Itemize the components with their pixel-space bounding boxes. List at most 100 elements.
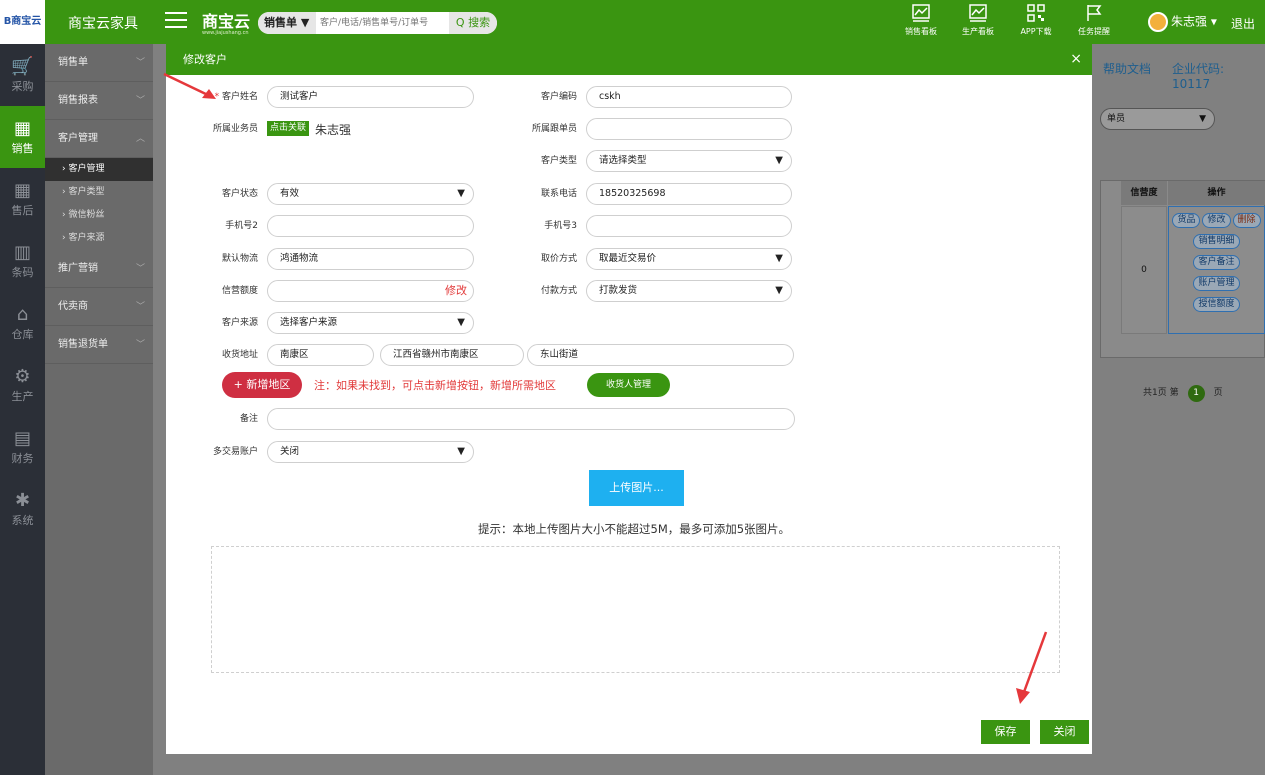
phone2-field[interactable] (267, 215, 474, 237)
grid-icon: ▦ (13, 180, 31, 201)
sub-menu: 销售单 ﹀ 销售报表 ﹀ 客户管理 ︿ › 客户管理 › 客户类型 › 微信粉丝 › … (45, 44, 153, 775)
chevron-down-icon: ﹀ (135, 96, 145, 106)
pager: 共1页 第 1页 (1143, 385, 1223, 402)
corp-code: 企业代码: 10117 (1172, 62, 1225, 91)
address-district-field[interactable]: 南康区 (267, 344, 374, 366)
close-icon[interactable]: × (1070, 44, 1082, 75)
app-download-link[interactable]: APP下载 (1010, 4, 1062, 37)
price-mode-select[interactable]: 取最近交易价 ▼ (586, 248, 792, 270)
sales-board-link[interactable]: 销售看板 (895, 4, 947, 37)
address-street-field[interactable]: 东山街道 (527, 344, 794, 366)
remark-field[interactable] (267, 408, 795, 430)
remark-label: 备注 (239, 414, 258, 424)
account-mgmt-link[interactable]: 账户管理 (1193, 276, 1240, 291)
submenu-item-wechat-fans[interactable]: › 微信粉丝 (45, 204, 153, 227)
modal-header: 修改客户 × (166, 44, 1092, 75)
logo[interactable]: B商宝云 (0, 0, 45, 44)
gear-icon: ✱ (14, 490, 31, 511)
user-name: 朱志强 ▾ (1171, 14, 1217, 29)
submenu-customer-mgmt[interactable]: 客户管理 ︿ (45, 120, 153, 158)
col-credit: 信营度 (1121, 181, 1167, 205)
follower-field[interactable] (586, 118, 792, 140)
bg-filter-select[interactable]: 单员 ▼ (1100, 108, 1215, 130)
save-button[interactable]: 保存 (981, 720, 1030, 744)
chevron-down-icon: ▼ (775, 155, 783, 166)
brand-logo: 商宝云 (202, 12, 251, 31)
customer-name-field[interactable]: 测试客户 (267, 86, 474, 108)
chevron-down-icon: ▼ (1199, 114, 1206, 124)
upload-image-button[interactable]: 上传图片... (589, 470, 684, 506)
menu-toggle-icon[interactable] (165, 12, 187, 30)
sales-detail-link[interactable]: 销售明细 (1193, 234, 1240, 249)
col-ops: 操作 (1168, 181, 1265, 205)
search-input[interactable] (320, 12, 450, 34)
page-number[interactable]: 1 (1187, 385, 1205, 402)
logistics-field[interactable]: 鸿通物流 (267, 248, 474, 270)
chevron-down-icon: ﹀ (135, 340, 145, 350)
production-board-link[interactable]: 生产看板 (952, 4, 1004, 37)
credit-edit-link[interactable]: 修改 (445, 281, 467, 301)
edit-link[interactable]: 修改 (1202, 213, 1231, 228)
payment-select[interactable]: 打款发货 ▼ (586, 280, 792, 302)
qrcode-icon (1026, 4, 1046, 24)
search-button[interactable]: Q 搜索 (449, 12, 497, 34)
nav-system[interactable]: ✱ 系统 (0, 478, 45, 540)
multi-account-select[interactable]: 关闭 ▼ (267, 441, 474, 463)
cart-icon: 🛒 (11, 56, 34, 77)
user-menu[interactable]: 朱志强 ▾ (1148, 12, 1217, 32)
grid-icon: ▦ (13, 118, 31, 139)
nav-finance[interactable]: ▤ 财务 (0, 416, 45, 478)
brand-url: www.jiajushang.cn (202, 30, 249, 36)
image-dropzone[interactable] (211, 546, 1060, 673)
phone-field[interactable]: 18520325698 (586, 183, 792, 205)
source-label: 客户来源 (221, 318, 258, 328)
submenu-agent[interactable]: 代卖商 ﹀ (45, 288, 153, 326)
submenu-sales-report[interactable]: 销售报表 ﹀ (45, 82, 153, 120)
nav-warehouse[interactable]: ⌂ 仓库 (0, 292, 45, 354)
goods-link[interactable]: 货品 (1172, 213, 1201, 228)
calculator-icon: ▤ (13, 428, 31, 449)
search-type-select[interactable]: 销售单 ▼ (258, 12, 316, 34)
delete-link[interactable]: 删除 (1232, 213, 1261, 228)
source-select[interactable]: 选择客户来源 ▼ (267, 312, 474, 334)
task-reminder-link[interactable]: 任务提醒 (1068, 4, 1120, 37)
receiver-manage-button[interactable]: 收货人管理 (587, 373, 670, 397)
credit-limit-link[interactable]: 授信额度 (1193, 297, 1240, 312)
top-bar: B商宝云 商宝云家具 商宝云 www.jiajushang.cn 销售单 ▼ Q… (0, 0, 1265, 44)
customer-status-select[interactable]: 有效 ▼ (267, 183, 474, 205)
add-region-button[interactable]: + 新增地区 (222, 372, 302, 398)
nav-label: 仓库 (11, 328, 34, 341)
submenu-sales-order[interactable]: 销售单 ﹀ (45, 44, 153, 82)
flag-icon (1084, 4, 1104, 24)
customer-type-label: 客户类型 (540, 156, 577, 166)
help-doc-link[interactable]: 帮助文档 (1103, 60, 1151, 77)
phone3-field[interactable] (586, 215, 792, 237)
nav-barcode[interactable]: ▥ 条码 (0, 230, 45, 292)
close-button[interactable]: 关闭 (1040, 720, 1089, 744)
submenu-item-customer-type[interactable]: › 客户类型 (45, 181, 153, 204)
multi-account-label: 多交易账户 (212, 447, 258, 457)
customer-code-field[interactable]: cskh (586, 86, 792, 108)
submenu-label: 推广营销 (58, 263, 98, 274)
nav-label: 售后 (11, 204, 34, 217)
nav-sales[interactable]: ▦ 销售 (0, 106, 45, 168)
chevron-up-icon: ︿ (135, 134, 145, 144)
address-city-field[interactable]: 江西省赣州市南康区 (380, 344, 524, 366)
chevron-down-icon: ▼ (457, 188, 465, 199)
credit-field[interactable]: 修改 (267, 280, 474, 302)
link-salesman-button[interactable]: 点击关联 (267, 121, 310, 136)
submenu-item-customer-source[interactable]: › 客户来源 (45, 227, 153, 250)
nav-production[interactable]: ⚙ 生产 (0, 354, 45, 416)
phone2-label: 手机号2 (225, 221, 258, 231)
robot-arm-icon: ⚙ (14, 366, 31, 387)
sales-board-icon (911, 4, 931, 24)
submenu-promotion[interactable]: 推广营销 ﹀ (45, 250, 153, 288)
submenu-label: 客户管理 (58, 133, 98, 144)
customer-note-link[interactable]: 客户备注 (1193, 255, 1240, 270)
nav-aftersale[interactable]: ▦ 售后 (0, 168, 45, 230)
logout-link[interactable]: 退出 (1231, 15, 1255, 32)
submenu-sales-return[interactable]: 销售退货单 ﹀ (45, 326, 153, 364)
nav-purchase[interactable]: 🛒 采购 (0, 44, 45, 106)
customer-type-select[interactable]: 请选择类型 ▼ (586, 150, 792, 172)
submenu-item-customer[interactable]: › 客户管理 (45, 158, 153, 181)
